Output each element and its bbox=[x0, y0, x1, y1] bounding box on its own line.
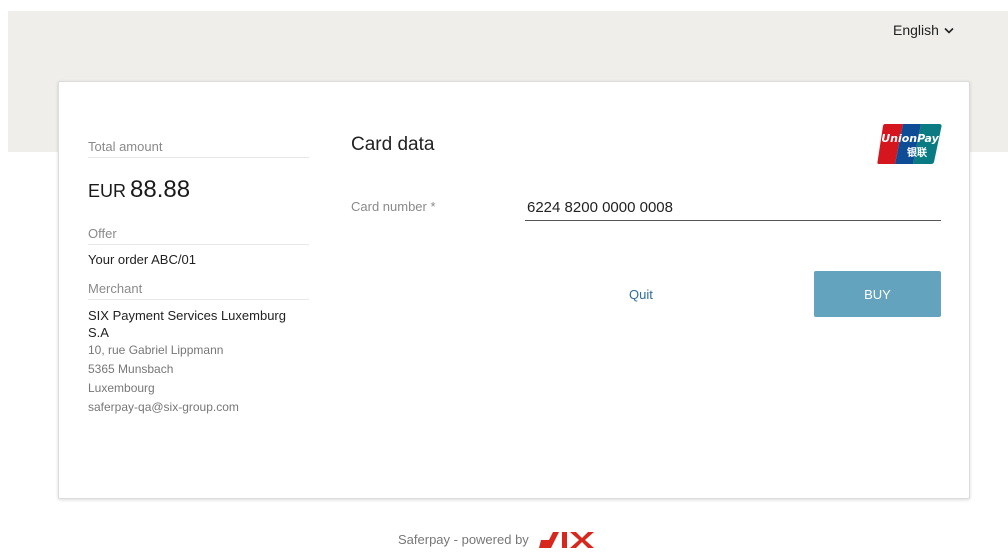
amount-value: 88.88 bbox=[130, 176, 191, 203]
merchant-label: Merchant bbox=[88, 281, 309, 300]
merchant-email: saferpay-qa@six-group.com bbox=[88, 400, 239, 414]
merchant-city: 5365 Munsbach bbox=[88, 362, 174, 376]
merchant-name: SIX Payment Services Luxemburg S.A bbox=[88, 308, 286, 340]
card-number-label: Card number * bbox=[351, 199, 436, 214]
footer-text: Saferpay - powered by bbox=[398, 531, 529, 547]
unionpay-logo-text: UnionPay bbox=[881, 132, 939, 145]
language-label: English bbox=[893, 22, 939, 38]
merchant-country: Luxembourg bbox=[88, 381, 155, 395]
footer: Saferpay - powered by bbox=[398, 528, 601, 550]
offer-value: Your order ABC/01 bbox=[88, 252, 196, 267]
six-logo bbox=[538, 532, 594, 548]
payment-card-panel: Total amount EUR 88.88 Offer Your order … bbox=[58, 81, 970, 499]
unionpay-logo: UnionPay 银联 bbox=[877, 124, 942, 164]
total-amount-label: Total amount bbox=[88, 139, 309, 158]
merchant-street: 10, rue Gabriel Lippmann bbox=[88, 343, 224, 357]
order-summary: Total amount EUR 88.88 Offer Your order … bbox=[88, 139, 309, 417]
currency: EUR bbox=[88, 181, 127, 201]
chevron-down-icon bbox=[944, 27, 954, 34]
offer-label: Offer bbox=[88, 226, 309, 245]
card-number-input[interactable] bbox=[525, 195, 941, 221]
unionpay-logo-chinese: 银联 bbox=[907, 146, 927, 159]
quit-link[interactable]: Quit bbox=[629, 287, 653, 302]
buy-button[interactable]: BUY bbox=[814, 271, 941, 317]
language-selector[interactable]: English bbox=[893, 22, 954, 38]
total-amount: EUR 88.88 bbox=[88, 176, 309, 204]
form-title: Card data bbox=[351, 134, 435, 155]
